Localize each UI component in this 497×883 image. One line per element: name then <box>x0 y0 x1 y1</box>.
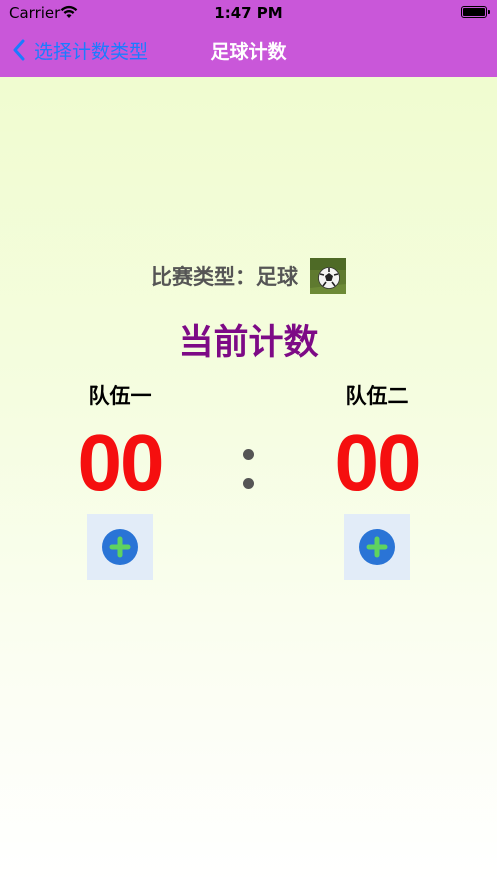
team-two-name: 队伍二 <box>345 384 409 408</box>
soccer-ball-icon <box>310 258 346 294</box>
page-title: 足球计数 <box>210 41 287 63</box>
score-separator-dot <box>243 449 254 460</box>
team-one-name: 队伍一 <box>88 384 152 408</box>
plus-circle-icon <box>359 529 395 565</box>
team-one-add-button[interactable] <box>87 514 153 580</box>
team-two-add-button[interactable] <box>344 514 410 580</box>
team-one-score: 00 <box>77 418 165 507</box>
team-two-score: 00 <box>334 418 422 507</box>
status-bar: Carrier 1:47 PM <box>0 0 497 26</box>
current-count-title: 当前计数 <box>178 323 319 363</box>
plus-circle-icon <box>102 529 138 565</box>
battery-icon <box>461 6 490 18</box>
match-type-row: 比赛类型：足球 <box>0 258 497 294</box>
match-type-label: 比赛类型：足球 <box>151 265 298 289</box>
score-separator-dot <box>243 478 254 489</box>
nav-bar: Carrier 1:47 PM 选择计数类型 足球计数 <box>0 0 497 77</box>
clock: 1:47 PM <box>214 4 283 22</box>
